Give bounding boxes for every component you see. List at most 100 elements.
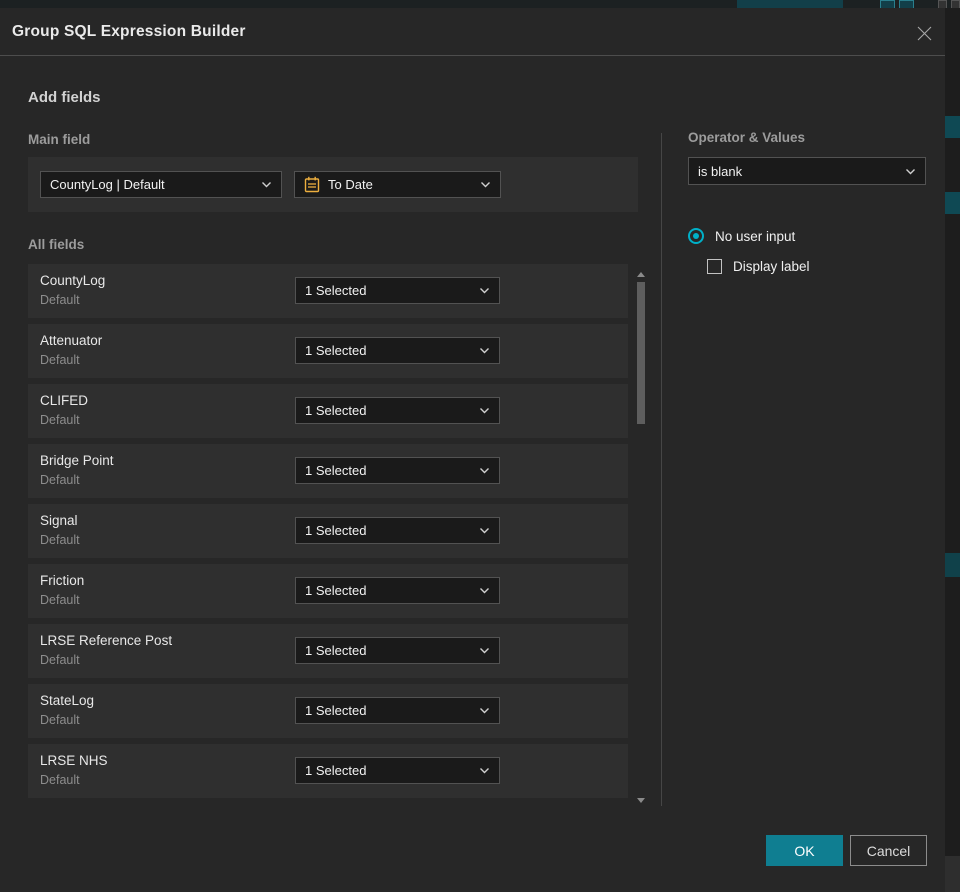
field-value-select[interactable]: 1 Selected	[295, 457, 500, 484]
field-value-select-value: 1 Selected	[305, 583, 367, 598]
chevron-down-icon	[479, 587, 490, 594]
chevron-down-icon	[479, 707, 490, 714]
operator-select-value: is blank	[698, 163, 743, 179]
main-field-select-value: CountyLog | Default	[50, 177, 165, 192]
field-name: CountyLog	[40, 273, 106, 288]
field-value-select[interactable]: 1 Selected	[295, 577, 500, 604]
ok-button[interactable]: OK	[766, 835, 843, 866]
field-subtitle: Default	[40, 533, 80, 547]
chevron-down-icon	[905, 168, 916, 175]
background-panel-fragment	[945, 553, 960, 577]
dialog-title: Group SQL Expression Builder	[12, 22, 246, 40]
panel-divider	[661, 133, 662, 806]
field-row: Attenuator Default 1 Selected	[28, 324, 628, 378]
field-value-select-value: 1 Selected	[305, 463, 367, 478]
field-value-select-value: 1 Selected	[305, 523, 367, 538]
background-toolbar-icon[interactable]	[951, 0, 960, 8]
operator-select[interactable]: is blank	[688, 157, 926, 185]
background-toolbar-icon[interactable]	[880, 0, 895, 8]
main-field-type-value: To Date	[328, 177, 373, 192]
background-toolbar-icon[interactable]	[938, 0, 947, 8]
main-field-select[interactable]: CountyLog | Default	[40, 171, 282, 198]
operator-values-label: Operator & Values	[688, 130, 806, 145]
display-label-checkbox[interactable]: Display label	[707, 259, 810, 274]
field-row: Signal Default 1 Selected	[28, 504, 628, 558]
field-name: StateLog	[40, 693, 95, 708]
chevron-down-icon	[261, 181, 272, 188]
field-name: CLIFED	[40, 393, 89, 408]
field-row: CLIFED Default 1 Selected	[28, 384, 628, 438]
group-sql-expression-builder-dialog: Group SQL Expression Builder Add fields …	[0, 8, 945, 892]
field-subtitle: Default	[40, 413, 80, 427]
field-row: Bridge Point Default 1 Selected	[28, 444, 628, 498]
background-side-panel	[945, 8, 960, 892]
main-field-panel: CountyLog | Default To Date	[28, 157, 638, 212]
field-subtitle: Default	[40, 653, 80, 667]
field-row: Friction Default 1 Selected	[28, 564, 628, 618]
chevron-down-icon	[479, 527, 490, 534]
field-value-select-value: 1 Selected	[305, 283, 367, 298]
radio-selected-icon	[688, 228, 704, 244]
field-subtitle: Default	[40, 593, 80, 607]
list-scrollbar[interactable]	[636, 266, 646, 808]
background-panel-fragment	[945, 192, 960, 214]
field-name: Signal	[40, 513, 78, 528]
field-value-select-value: 1 Selected	[305, 703, 367, 718]
field-name: Friction	[40, 573, 85, 588]
field-name: LRSE Reference Post	[40, 633, 173, 648]
no-user-input-radio[interactable]: No user input	[688, 228, 795, 244]
all-fields-list: CountyLog Default 1 Selected Attenuator …	[28, 264, 628, 806]
field-row: LRSE NHS Default 1 Selected	[28, 744, 628, 798]
field-name: Attenuator	[40, 333, 103, 348]
chevron-down-icon	[479, 287, 490, 294]
field-name: Bridge Point	[40, 453, 114, 468]
chevron-down-icon	[479, 347, 490, 354]
chevron-down-icon	[479, 647, 490, 654]
calendar-icon	[304, 176, 320, 193]
live-view-button[interactable]: Live view	[737, 0, 843, 8]
scroll-down-arrow-icon[interactable]	[637, 798, 645, 803]
main-field-label: Main field	[28, 132, 91, 147]
scrollbar-thumb[interactable]	[637, 282, 645, 424]
chevron-down-icon	[479, 467, 490, 474]
field-value-select[interactable]: 1 Selected	[295, 277, 500, 304]
chevron-down-icon	[480, 181, 491, 188]
main-field-type-select[interactable]: To Date	[294, 171, 501, 198]
no-user-input-label: No user input	[715, 228, 796, 244]
background-toolbar: Live view	[0, 0, 960, 8]
chevron-down-icon	[479, 767, 490, 774]
field-subtitle: Default	[40, 353, 80, 367]
field-subtitle: Default	[40, 293, 80, 307]
field-value-select[interactable]: 1 Selected	[295, 517, 500, 544]
background-panel-fragment	[945, 116, 960, 138]
display-label-label: Display label	[733, 259, 810, 274]
screen: Live view Group SQL Expression Builder A…	[0, 0, 960, 892]
field-subtitle: Default	[40, 713, 80, 727]
scroll-up-arrow-icon[interactable]	[637, 272, 645, 277]
all-fields-label: All fields	[28, 237, 85, 252]
field-value-select[interactable]: 1 Selected	[295, 757, 500, 784]
field-name: LRSE NHS	[40, 753, 108, 768]
field-value-select[interactable]: 1 Selected	[295, 397, 500, 424]
field-subtitle: Default	[40, 773, 80, 787]
field-value-select[interactable]: 1 Selected	[295, 637, 500, 664]
background-panel-fragment	[945, 856, 960, 892]
field-value-select[interactable]: 1 Selected	[295, 337, 500, 364]
field-row: CountyLog Default 1 Selected	[28, 264, 628, 318]
field-subtitle: Default	[40, 473, 80, 487]
checkbox-unchecked-icon	[707, 259, 722, 274]
close-icon	[917, 26, 931, 40]
close-button[interactable]	[913, 22, 935, 44]
chevron-down-icon	[479, 407, 490, 414]
field-value-select-value: 1 Selected	[305, 343, 367, 358]
dialog-titlebar: Group SQL Expression Builder	[0, 8, 945, 56]
field-row: StateLog Default 1 Selected	[28, 684, 628, 738]
field-value-select-value: 1 Selected	[305, 643, 367, 658]
field-value-select[interactable]: 1 Selected	[295, 697, 500, 724]
background-toolbar-icon[interactable]	[899, 0, 914, 8]
field-value-select-value: 1 Selected	[305, 403, 367, 418]
cancel-button[interactable]: Cancel	[850, 835, 927, 866]
field-row: LRSE Reference Post Default 1 Selected	[28, 624, 628, 678]
field-value-select-value: 1 Selected	[305, 763, 367, 778]
add-fields-heading: Add fields	[28, 89, 101, 106]
